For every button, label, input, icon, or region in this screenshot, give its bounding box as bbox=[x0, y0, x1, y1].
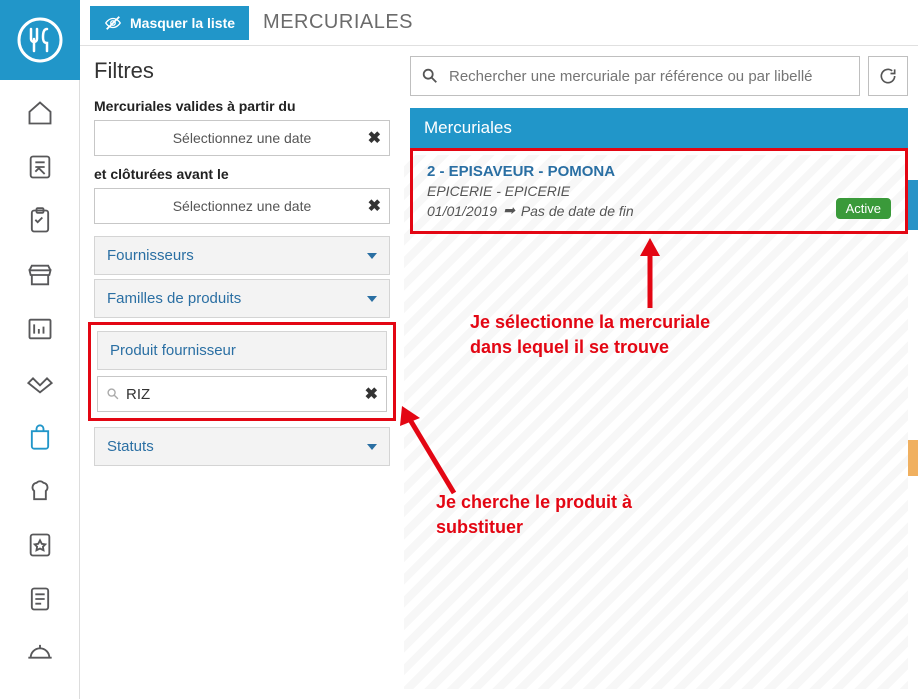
sidebar-item-edit[interactable] bbox=[0, 140, 80, 194]
chevron-down-icon bbox=[367, 444, 377, 450]
card-dates: 01/01/2019 ➡ Pas de date de fin bbox=[427, 202, 891, 219]
sidebar-item-doc[interactable] bbox=[0, 572, 80, 626]
sidebar-item-market[interactable] bbox=[0, 248, 80, 302]
results-panel: Mercuriales 2 - EPISAVEUR - POMONA EPICE… bbox=[404, 46, 918, 699]
accordion-supplier-product[interactable]: Produit fournisseur bbox=[97, 331, 387, 370]
sidebar-item-report[interactable] bbox=[0, 302, 80, 356]
eye-off-icon bbox=[104, 14, 122, 32]
clear-icon[interactable]: ✖ bbox=[365, 384, 378, 404]
chevron-down-icon bbox=[367, 296, 377, 302]
accordion-label: Familles de produits bbox=[107, 290, 241, 307]
status-badge: Active bbox=[836, 198, 891, 219]
chevron-down-icon bbox=[367, 253, 377, 259]
filters-panel: Filtres Mercuriales valides à partir du … bbox=[80, 46, 404, 699]
accordion-statuses[interactable]: Statuts bbox=[94, 427, 390, 466]
date-start: 01/01/2019 bbox=[427, 203, 497, 219]
annotation-arrow bbox=[635, 238, 665, 313]
page-title: MERCURIALES bbox=[263, 11, 413, 34]
closed-before-input[interactable]: Sélectionnez une date ✖ bbox=[94, 188, 390, 224]
refresh-button[interactable] bbox=[868, 56, 908, 96]
cropped-element bbox=[908, 440, 918, 476]
date-placeholder: Sélectionnez une date bbox=[173, 198, 312, 214]
hide-list-button[interactable]: Masquer la liste bbox=[90, 6, 249, 40]
results-header: Mercuriales bbox=[410, 108, 908, 148]
clear-icon[interactable]: ✖ bbox=[368, 128, 381, 148]
accordion-label: Fournisseurs bbox=[107, 247, 194, 264]
card-subtitle: EPICERIE - EPICERIE bbox=[427, 183, 891, 199]
filters-title: Filtres bbox=[94, 58, 390, 84]
topbar: Masquer la liste MERCURIALES bbox=[80, 0, 918, 46]
search-field[interactable] bbox=[410, 56, 860, 96]
search-input[interactable] bbox=[449, 68, 849, 85]
product-search-input[interactable] bbox=[126, 386, 365, 403]
closed-before-label: et clôturées avant le bbox=[94, 166, 390, 182]
arrow-right-icon: ➡ bbox=[503, 202, 515, 219]
app-logo bbox=[0, 0, 80, 80]
date-end: Pas de date de fin bbox=[521, 203, 634, 219]
accordion-label: Statuts bbox=[107, 438, 154, 455]
product-search-row: ✖ bbox=[97, 376, 387, 412]
card-title: 2 - EPISAVEUR - POMONA bbox=[427, 163, 891, 180]
search-icon bbox=[421, 67, 439, 85]
search-icon bbox=[106, 387, 120, 401]
sidebar-item-home[interactable] bbox=[0, 86, 80, 140]
sidebar bbox=[0, 0, 80, 699]
annotation-text-2: Je cherche le produit à substituer bbox=[436, 490, 632, 540]
annotation-text-1: Je sélectionne la mercuriale dans lequel… bbox=[470, 310, 710, 360]
sidebar-item-handshake[interactable] bbox=[0, 356, 80, 410]
accordion-label: Produit fournisseur bbox=[110, 342, 236, 359]
annotation-highlight-card: 2 - EPISAVEUR - POMONA EPICERIE - EPICER… bbox=[410, 148, 908, 234]
sidebar-item-serve[interactable] bbox=[0, 626, 80, 680]
refresh-icon bbox=[878, 66, 898, 86]
sidebar-item-shop[interactable] bbox=[0, 410, 80, 464]
hide-list-label: Masquer la liste bbox=[130, 15, 235, 31]
cropped-element bbox=[908, 180, 918, 230]
clear-icon[interactable]: ✖ bbox=[368, 196, 381, 216]
valid-from-label: Mercuriales valides à partir du bbox=[94, 98, 390, 114]
valid-from-input[interactable]: Sélectionnez une date ✖ bbox=[94, 120, 390, 156]
mercuriale-card[interactable]: 2 - EPISAVEUR - POMONA EPICERIE - EPICER… bbox=[419, 157, 899, 225]
sidebar-item-favorite[interactable] bbox=[0, 518, 80, 572]
date-placeholder: Sélectionnez une date bbox=[173, 130, 312, 146]
sidebar-item-checklist[interactable] bbox=[0, 194, 80, 248]
sidebar-item-chef[interactable] bbox=[0, 464, 80, 518]
accordion-families[interactable]: Familles de produits bbox=[94, 279, 390, 318]
annotation-highlight-product: Produit fournisseur ✖ bbox=[88, 322, 396, 421]
accordion-suppliers[interactable]: Fournisseurs bbox=[94, 236, 390, 275]
annotation-arrow bbox=[394, 398, 464, 503]
